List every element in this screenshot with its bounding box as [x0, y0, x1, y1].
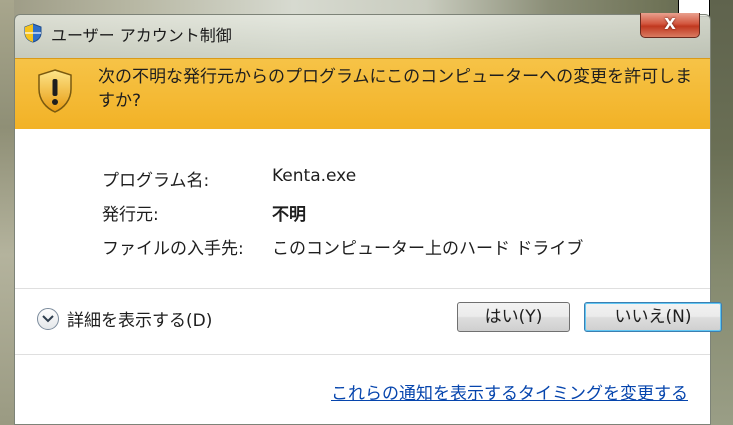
desktop-background-left — [0, 0, 14, 425]
warning-message: 次の不明な発行元からのプログラムにこのコンピューターへの変更を許可しますか? — [98, 67, 693, 111]
uac-shield-icon — [24, 23, 42, 43]
publisher-value: 不明 — [272, 205, 306, 225]
chevron-down-icon[interactable] — [37, 307, 59, 330]
info-row-file-origin: ファイルの入手先: このコンピューター上のハード ドライブ — [102, 234, 583, 268]
info-row-program-name: プログラム名: Kenta.exe — [102, 166, 583, 200]
dialog-content: 次の不明な発行元からのプログラムにこのコンピューターへの変更を許可しますか? プ… — [14, 58, 722, 425]
warning-band: 次の不明な発行元からのプログラムにこのコンピューターへの変更を許可しますか? — [15, 58, 710, 129]
program-name-value: Kenta.exe — [272, 166, 357, 186]
program-name-label: プログラム名: — [102, 171, 210, 191]
publisher-label: 発行元: — [102, 205, 159, 225]
file-origin-label: ファイルの入手先: — [102, 239, 244, 259]
uac-dialog: ユーザー アカウント制御 X 次の不明な発行元からのプログラムにこのコンピュータ… — [14, 13, 722, 425]
separator — [15, 354, 710, 355]
no-button[interactable]: いいえ(N) — [584, 302, 722, 332]
program-info: プログラム名: Kenta.exe 発行元: 不明 ファイルの入手先: このコン… — [102, 166, 583, 268]
info-row-publisher: 発行元: 不明 — [102, 200, 583, 234]
warning-shield-icon — [38, 69, 72, 113]
show-details-toggle[interactable]: 詳細を表示する(D) — [37, 306, 212, 331]
notification-settings-link[interactable]: これらの通知を表示するタイミングを変更する — [331, 379, 688, 404]
show-details-label[interactable]: 詳細を表示する(D) — [67, 306, 212, 331]
close-button[interactable]: X — [640, 13, 700, 38]
window-title: ユーザー アカウント制御 — [51, 26, 232, 45]
file-origin-value: このコンピューター上のハード ドライブ — [272, 239, 584, 259]
title-bar: ユーザー アカウント制御 X — [14, 13, 711, 59]
separator — [15, 288, 710, 289]
desktop-background-right — [711, 0, 733, 425]
yes-button[interactable]: はい(Y) — [457, 302, 570, 332]
